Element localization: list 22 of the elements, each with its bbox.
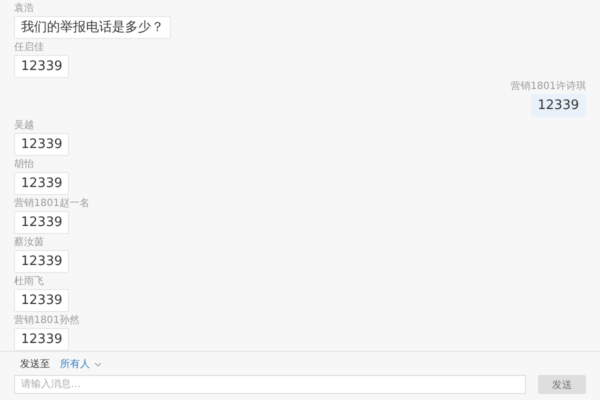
sender-name: 胡怡 <box>14 158 34 171</box>
message-bubble: 12339 <box>14 289 70 312</box>
message-bubble: 12339 <box>14 211 70 234</box>
message-bubble: 12339 <box>14 250 70 273</box>
chevron-down-icon <box>94 362 102 366</box>
sender-name: 蔡汝茵 <box>14 236 44 249</box>
message-bubble: 我们的举报电话是多少？ <box>14 16 171 39</box>
message-input[interactable]: 请输入消息... <box>14 375 526 394</box>
message-bubble: 12339 <box>14 133 70 156</box>
sender-name: 袁浩 <box>14 2 34 15</box>
message-bubble: 12339 <box>14 55 70 78</box>
recipient-dropdown[interactable]: 所有人 <box>60 357 102 371</box>
message-bubble: 12339 <box>14 172 70 195</box>
sender-name: 营销1801许诗琪 <box>510 80 586 93</box>
sender-name: 营销1801孙然 <box>14 314 80 327</box>
message-bubble: 12339 <box>14 328 70 351</box>
sender-name: 吴越 <box>14 119 34 132</box>
sender-name: 杜雨飞 <box>14 275 44 288</box>
send-to-label: 发送至 <box>20 358 50 371</box>
sender-name: 营销1801赵一名 <box>14 197 90 210</box>
message-bubble: 12339 <box>530 94 586 117</box>
sender-name: 任启佳 <box>14 41 44 54</box>
